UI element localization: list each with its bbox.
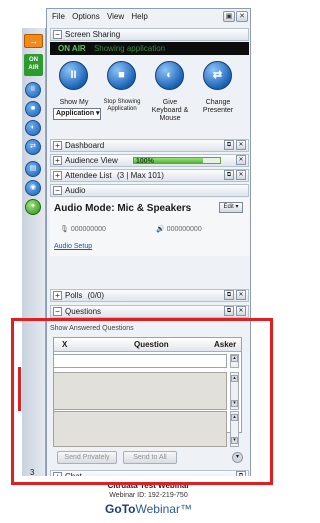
- mic-icon: 🎙: [60, 226, 69, 233]
- stop-showing-label: Stop Showing Application: [103, 99, 141, 112]
- change-presenter-label: Change Presenter: [202, 99, 234, 114]
- dashboard-icon[interactable]: ▤: [25, 161, 41, 177]
- presenter-icon[interactable]: ⇄: [25, 139, 41, 155]
- sharing-status: Showing application: [93, 44, 166, 53]
- audience-view-percent: 100%: [136, 158, 154, 165]
- highlight-frame: [11, 318, 273, 485]
- audio-panel: Audio Mode: Mic & Speakers Edit ▾ 🎙 0000…: [50, 198, 249, 256]
- speaker-meter: 🔊 000000000: [156, 225, 202, 233]
- menu-file[interactable]: File: [52, 12, 65, 21]
- collapse-toggle-icon[interactable]: −: [53, 186, 62, 195]
- polls-header[interactable]: + Polls (0/0) ⧉ ✕: [50, 289, 249, 302]
- speaker-level: 000000000: [166, 226, 202, 233]
- section-title: Dashboard: [65, 141, 105, 150]
- popout-icon[interactable]: ⧉: [224, 290, 234, 300]
- close-section-icon[interactable]: ✕: [236, 170, 246, 180]
- close-button[interactable]: ✕: [236, 11, 248, 22]
- collapse-toggle-icon[interactable]: −: [53, 307, 62, 316]
- onair-line2: AIR: [28, 65, 39, 71]
- polls-count: (0/0): [87, 291, 105, 300]
- dashboard-header[interactable]: + Dashboard ⧉ ✕: [50, 139, 249, 152]
- close-section-icon[interactable]: ✕: [236, 290, 246, 300]
- webcam-icon[interactable]: ◉: [25, 180, 41, 196]
- audio-header[interactable]: − Audio: [50, 184, 249, 197]
- show-my-label: Show My: [59, 99, 89, 106]
- highlight-marker: [18, 367, 21, 411]
- give-keyboard-label: Give Keyboard & Mouse: [151, 99, 189, 122]
- expand-toggle-icon[interactable]: +: [53, 171, 62, 180]
- expand-toggle-icon[interactable]: +: [53, 141, 62, 150]
- menu-view[interactable]: View: [107, 12, 124, 21]
- mouse-icon[interactable]: ◐: [25, 120, 41, 136]
- audience-view-meter: 100%: [133, 157, 221, 165]
- screen-sharing-header[interactable]: − Screen Sharing: [50, 28, 249, 41]
- menu-options[interactable]: Options: [72, 12, 100, 21]
- pause-button[interactable]: II: [59, 61, 88, 90]
- give-keyboard-button[interactable]: ◐: [155, 61, 184, 90]
- mic-level: 000000000: [70, 226, 106, 233]
- audio-edit-button[interactable]: Edit ▾: [219, 202, 243, 213]
- stop-showing-button[interactable]: ■: [107, 61, 136, 90]
- stop-icon[interactable]: ■: [25, 101, 41, 117]
- audio-setup-link[interactable]: Audio Setup: [54, 243, 92, 250]
- section-title: Polls: [65, 291, 83, 300]
- collapse-arrow-icon[interactable]: →: [24, 34, 43, 48]
- close-section-icon[interactable]: ✕: [236, 306, 246, 316]
- audience-view-header[interactable]: + Audience View 100% ✕: [50, 154, 249, 167]
- expand-toggle-icon[interactable]: +: [53, 291, 62, 300]
- attendee-list-header[interactable]: + Attendee List (3 | Max 101) ⧉ ✕: [50, 169, 249, 182]
- section-title: Audience View: [65, 156, 118, 165]
- menu-bar: File Options View Help ▣ ✕: [47, 9, 250, 25]
- gotowebinar-logo: GoToWebinar™: [105, 502, 192, 516]
- section-title: Attendee List: [65, 171, 112, 180]
- onair-banner: ON AIR Showing application: [50, 42, 249, 55]
- restore-button[interactable]: ▣: [223, 11, 235, 22]
- onair-indicator: ON AIR: [24, 54, 43, 76]
- popout-icon[interactable]: ⧉: [224, 170, 234, 180]
- section-title: Questions: [65, 307, 102, 316]
- audio-mode-label: Audio Mode: Mic & Speakers: [54, 203, 192, 214]
- close-section-icon[interactable]: ✕: [236, 140, 246, 150]
- grab-tab-icon[interactable]: ✦: [25, 199, 41, 215]
- popout-icon[interactable]: ⧉: [224, 306, 234, 316]
- close-section-icon[interactable]: ✕: [236, 155, 246, 165]
- section-title: Audio: [65, 186, 86, 195]
- onair-label: ON AIR: [58, 44, 86, 53]
- attendee-count: (3 | Max 101): [116, 171, 164, 180]
- logo-goto: GoTo: [105, 502, 136, 516]
- application-dropdown[interactable]: Application ▾: [53, 108, 101, 120]
- mic-meter: 🎙 000000000: [60, 225, 106, 233]
- popout-icon[interactable]: ⧉: [224, 140, 234, 150]
- logo-webinar: Webinar: [135, 502, 180, 516]
- menu-help[interactable]: Help: [131, 12, 147, 21]
- change-presenter-button[interactable]: ⇄: [203, 61, 232, 90]
- onair-line1: ON: [29, 57, 38, 63]
- collapse-toggle-icon[interactable]: −: [53, 30, 62, 39]
- questions-header[interactable]: − Questions ⧉ ✕: [50, 305, 249, 318]
- expand-toggle-icon[interactable]: +: [53, 156, 62, 165]
- section-title: Screen Sharing: [65, 30, 121, 39]
- pause-icon[interactable]: II: [25, 82, 41, 98]
- webinar-id: Webinar ID: 192-219-750: [109, 492, 188, 499]
- speaker-icon: 🔊: [156, 226, 165, 233]
